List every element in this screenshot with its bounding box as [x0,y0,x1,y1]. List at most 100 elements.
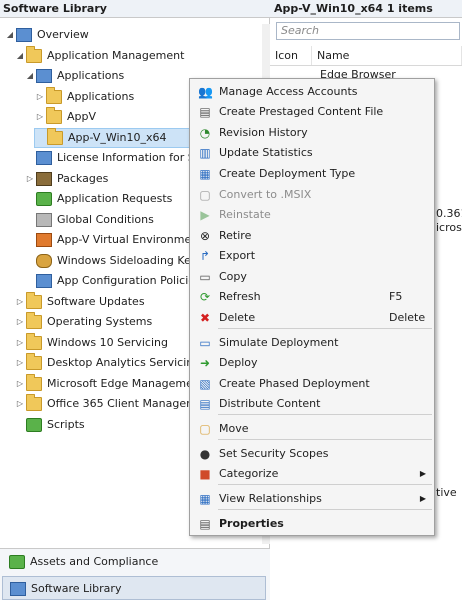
expanded-arrow-icon[interactable]: ◢ [14,46,26,66]
menu-item-icon: ▧ [199,377,211,391]
menu-item-retire[interactable]: ⊗ Retire [192,226,432,246]
tree-item[interactable]: ◢ Overview [4,25,89,45]
expand-arrow-icon[interactable]: ▷ [24,169,36,189]
nav-label: Assets and Compliance [30,555,159,568]
menu-item-icon: ▦ [199,492,211,506]
menu-item-label: View Relationships [219,492,322,505]
menu-item-icon: ▢ [199,422,211,436]
expand-arrow-icon[interactable]: ▷ [34,107,46,127]
menu-item-update-statistics[interactable]: ▥ Update Statistics [192,143,432,163]
tree-item-label: Global Conditions [57,212,154,226]
menu-item-manage-access-accounts[interactable]: 👥 Manage Access Accounts [192,82,432,102]
tree-item-label: Microsoft Edge Management [47,376,205,390]
expand-arrow-icon[interactable]: ▷ [14,292,26,312]
expand-arrow-icon[interactable]: ▷ [14,333,26,353]
folder-icon [26,332,42,350]
tree-item[interactable]: Scripts [14,415,85,435]
menu-item-icon: ↱ [199,249,211,263]
policy-icon [36,274,52,288]
menu-item-create-prestaged-content-file[interactable]: ▤ Create Prestaged Content File [192,102,432,122]
request-icon [36,192,52,206]
tree-item-label: App-V Virtual Environments [57,233,209,246]
menu-item-icon: ▦ [199,167,211,181]
menu-item-icon: ▢ [199,188,211,202]
menu-item-label: Retire [219,229,252,242]
expand-arrow-icon[interactable]: ▷ [34,87,46,107]
tree-item[interactable]: ◢ Applications [24,66,124,86]
menu-item-refresh[interactable]: ⟳ Refresh F5 [192,287,432,307]
truncated-text: tive [436,486,457,499]
tree-item[interactable]: ▷ Desktop Analytics Servicing [14,353,200,373]
menu-separator [218,439,432,440]
menu-item-distribute-content[interactable]: ▤ Distribute Content [192,394,432,414]
menu-item-label: Set Security Scopes [219,447,329,460]
menu-item-deploy[interactable]: ➜ Deploy [192,353,432,373]
folder-icon [26,353,42,370]
tree-item[interactable]: ▷ Applications [34,86,134,107]
shortcut-label: Delete [389,311,426,324]
tree-item[interactable]: App Configuration Policies [24,271,201,291]
shortcut-label: F5 [389,290,403,303]
expand-arrow-icon[interactable]: ▷ [14,353,26,373]
menu-item-label: Convert to .MSIX [219,188,312,201]
menu-item-categorize[interactable]: ■ Categorize ▶ [192,464,432,484]
applications-icon [36,69,52,83]
menu-separator [218,484,432,485]
expanded-arrow-icon[interactable]: ◢ [24,66,36,86]
appv-icon [36,233,52,247]
tree-item[interactable]: ▷ Microsoft Edge Management [14,373,205,394]
menu-item-icon: ✖ [199,311,211,325]
folder-icon [47,127,63,145]
tree-item[interactable]: Global Conditions [24,210,154,230]
tree-item[interactable]: Application Requests [24,189,172,209]
menu-item-label: Delete [219,311,256,324]
menu-item-set-security-scopes[interactable]: ● Set Security Scopes [192,444,432,464]
folder-icon [26,373,42,391]
menu-item-create-phased-deployment[interactable]: ▧ Create Phased Deployment [192,374,432,394]
menu-item-icon: ▤ [199,397,211,411]
tree-item[interactable]: ▷ AppV [34,107,96,127]
tree-item[interactable]: ▷ Windows 10 Servicing [14,332,168,353]
tree-item[interactable]: ▷ Software Updates [14,291,145,312]
nav-assets-and-compliance[interactable]: Assets and Compliance [2,550,266,574]
tree-item[interactable]: Windows Sideloading Keys [24,251,203,271]
nav-software-library[interactable]: Software Library [2,576,266,600]
tree-item[interactable]: ▷ Packages [24,169,108,189]
overview-icon [16,28,32,42]
column-icon[interactable]: Icon [270,46,312,65]
column-name[interactable]: Name [312,46,462,65]
menu-item-create-deployment-type[interactable]: ▦ Create Deployment Type [192,164,432,184]
search-input[interactable]: Search [276,22,460,40]
results-title: App-V_Win10_x64 1 items [270,0,462,18]
tree-item-label: Application Management [47,48,185,62]
tree-item[interactable]: ◢ Application Management [14,45,185,66]
menu-item-icon: ▤ [199,517,211,531]
menu-item-view-relationships[interactable]: ▦ View Relationships ▶ [192,489,432,509]
menu-item-simulate-deployment[interactable]: ▭ Simulate Deployment [192,333,432,353]
column-header-row: Icon Name [270,46,462,66]
menu-item-icon: ◔ [199,126,211,140]
menu-item-revision-history[interactable]: ◔ Revision History [192,123,432,143]
menu-item-label: Create Prestaged Content File [219,105,384,118]
expand-arrow-icon[interactable]: ▷ [14,394,26,414]
tree-item[interactable]: App-V Virtual Environments [24,230,208,250]
menu-item-move[interactable]: ▢ Move [192,419,432,439]
tree-item[interactable]: ▷ Office 365 Client Management [14,394,215,414]
folder-icon [26,291,42,309]
folder-icon [26,45,42,63]
menu-item-label: Categorize [219,467,279,480]
menu-item-icon: ⊗ [199,229,211,243]
tree-item-label: Application Requests [57,192,173,205]
truncated-text: icrosof [436,221,462,234]
menu-item-icon: ▭ [199,270,211,284]
expand-arrow-icon[interactable]: ▷ [14,312,26,332]
menu-item-label: Create Phased Deployment [219,377,370,390]
expand-arrow-icon[interactable]: ▷ [14,374,26,394]
submenu-arrow-icon: ▶ [419,469,426,478]
tree-item[interactable]: ▷ Operating Systems [14,312,152,332]
expanded-arrow-icon[interactable]: ◢ [4,25,16,45]
menu-item-delete[interactable]: ✖ Delete Delete [192,308,432,328]
menu-item-properties[interactable]: ▤ Properties [192,514,432,534]
menu-item-copy[interactable]: ▭ Copy [192,267,432,287]
menu-item-export[interactable]: ↱ Export [192,246,432,266]
